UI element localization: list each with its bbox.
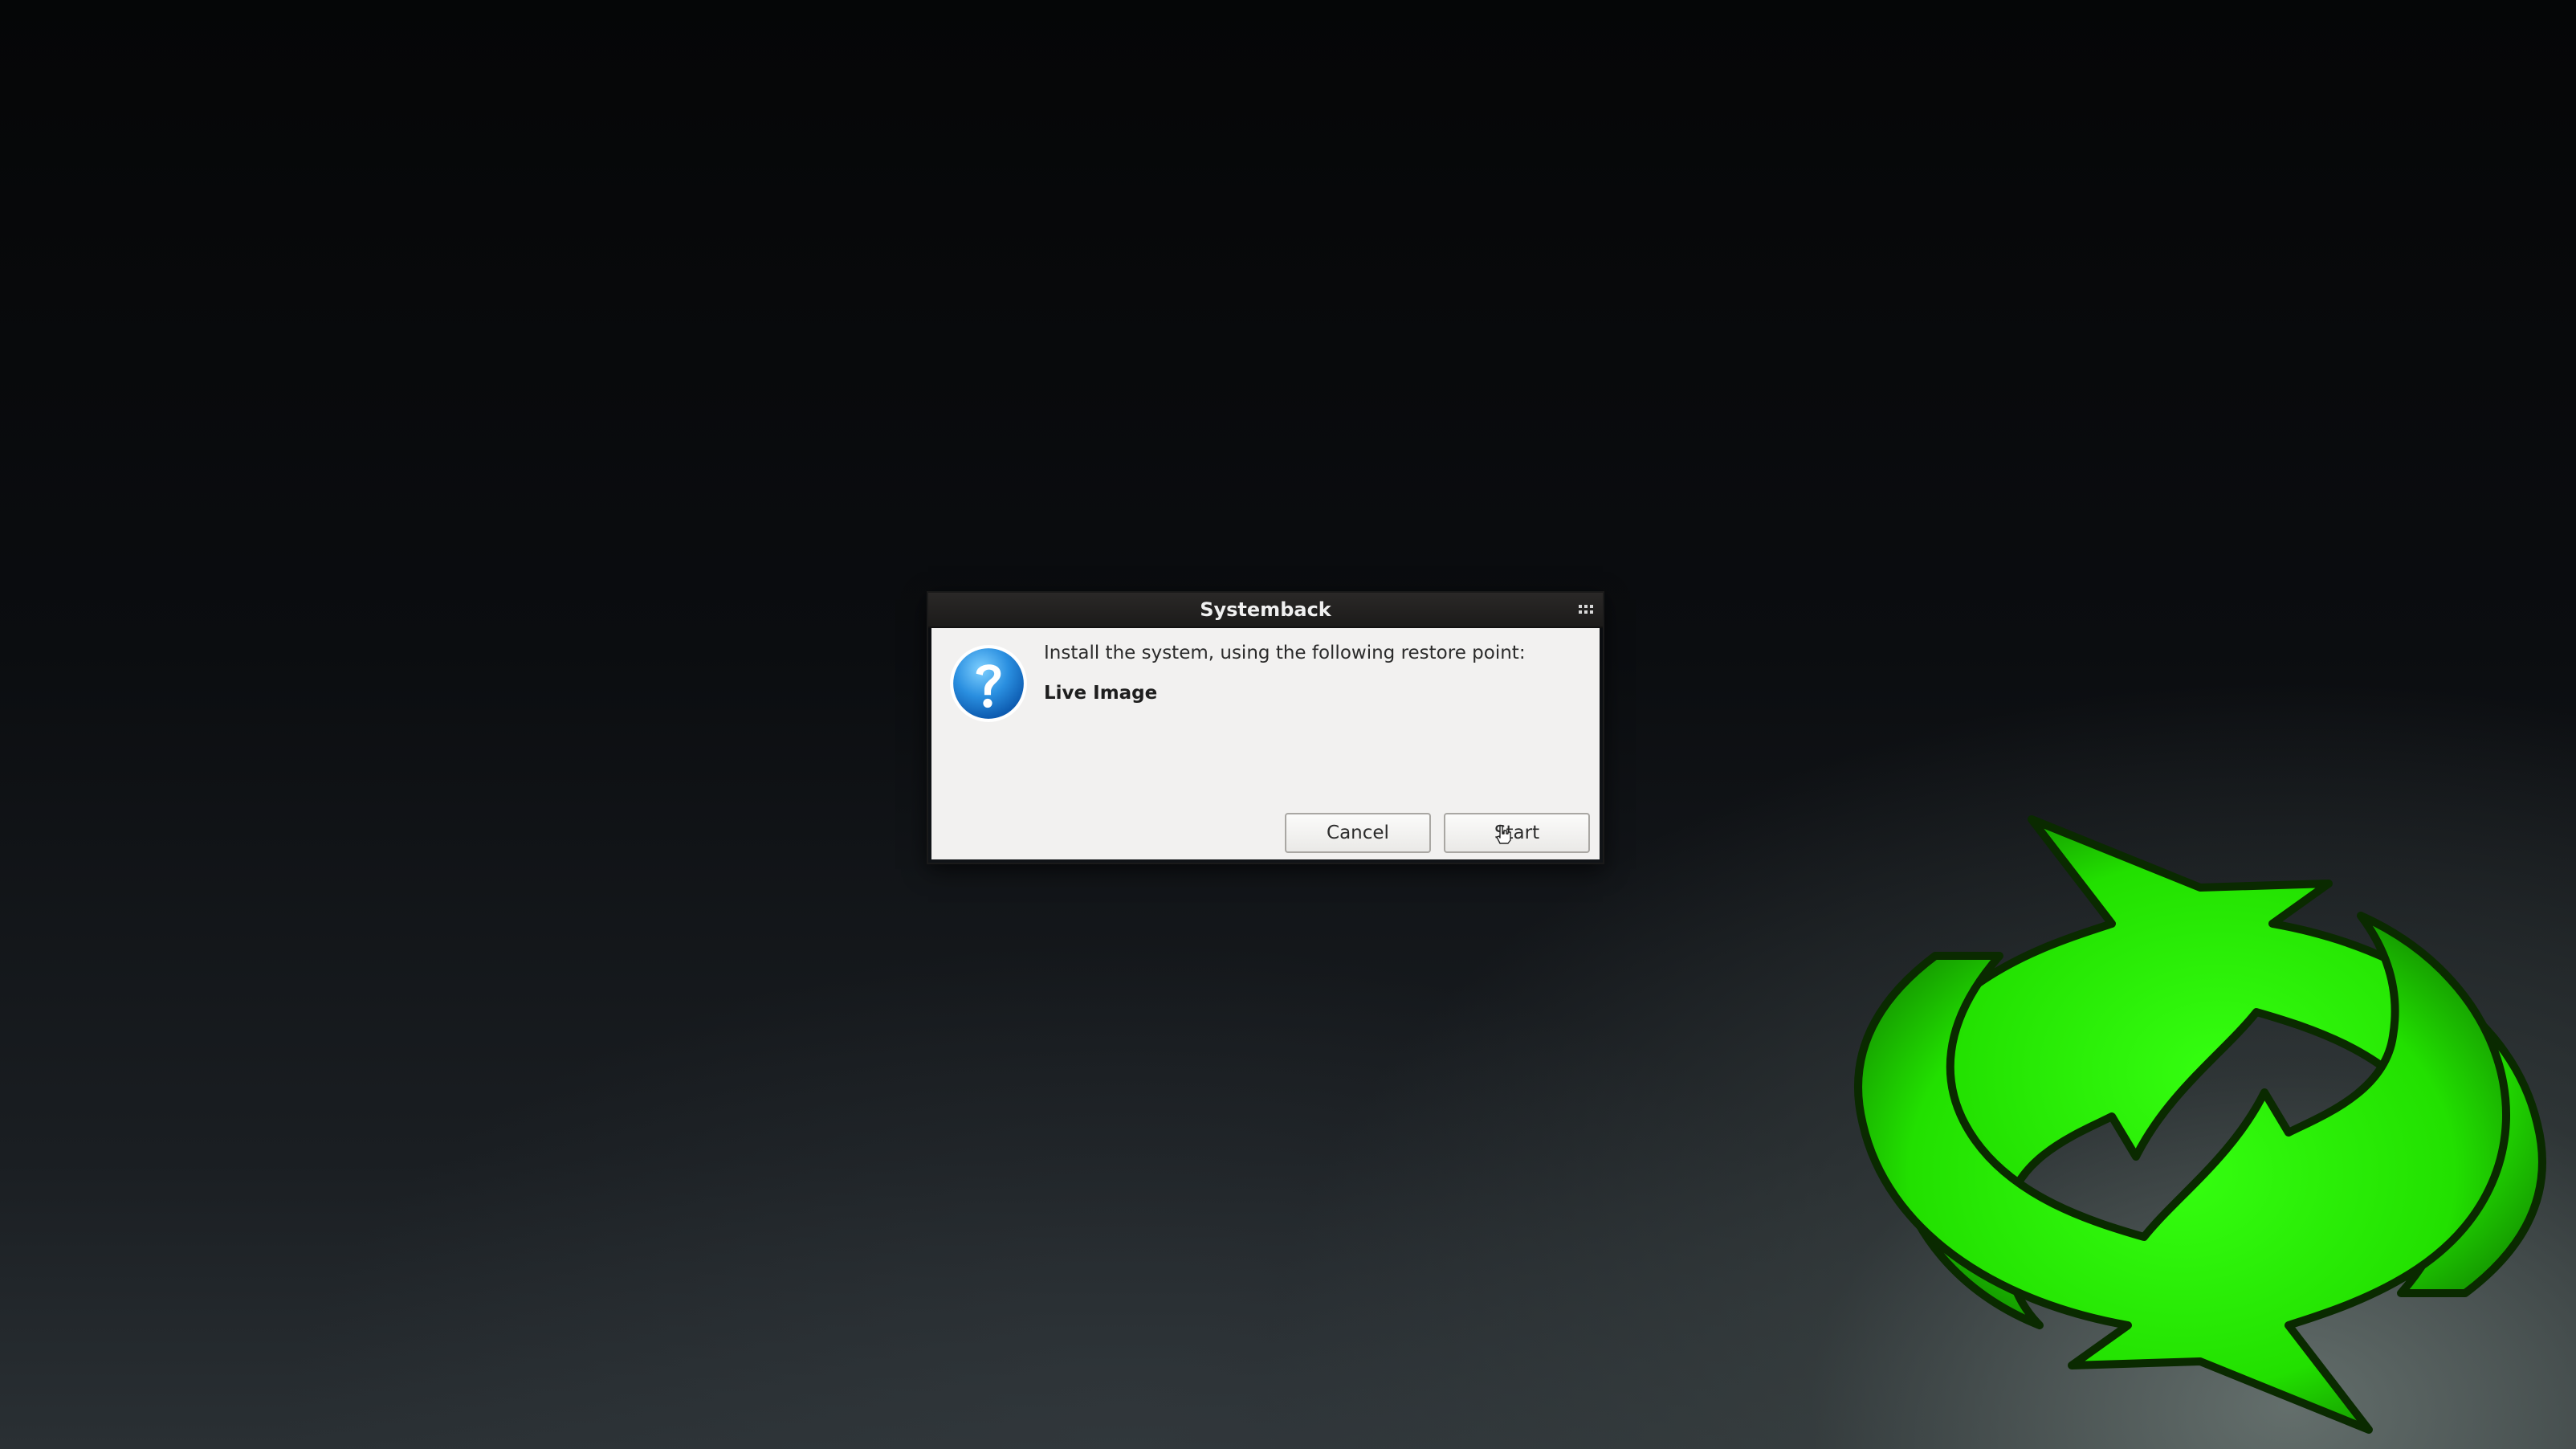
systemback-dialog: Systemback Install the system, using the… (928, 593, 1603, 863)
mouse-pointer-icon (1496, 825, 1511, 844)
cancel-button[interactable]: Cancel (1285, 813, 1431, 853)
question-icon (950, 645, 1027, 722)
window-menu-grip-icon[interactable] (1579, 605, 1593, 614)
systemback-refresh-arrows-icon (1854, 815, 2546, 1434)
restore-point-name: Live Image (1044, 683, 1158, 704)
dialog-message: Install the system, using the following … (1044, 643, 1526, 663)
dialog-titlebar[interactable]: Systemback (928, 593, 1603, 628)
start-button[interactable]: Start (1444, 813, 1590, 853)
dialog-title: Systemback (1200, 598, 1331, 621)
